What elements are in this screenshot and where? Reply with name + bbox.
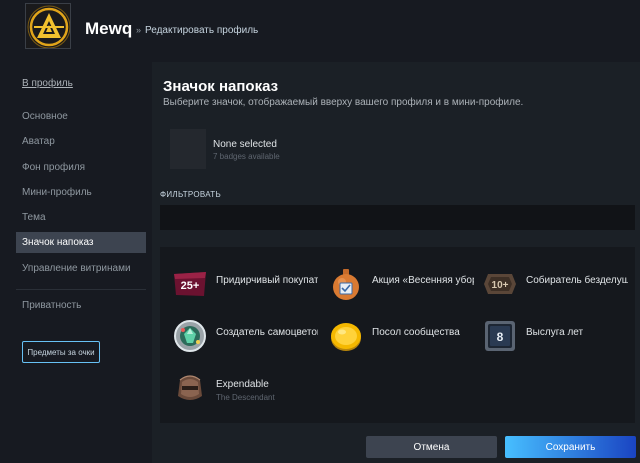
badge-name: Expendable	[216, 379, 269, 390]
sidebar-item-background[interactable]: Фон профиля	[22, 162, 85, 173]
helmet-badge-icon	[172, 370, 208, 406]
breadcrumb: Редактировать профиль	[145, 25, 259, 36]
sidebar-item-featured-badge-label[interactable]: Значок напоказ	[22, 237, 94, 248]
cancel-button[interactable]: Отмена	[366, 436, 497, 458]
page-title: Значок напоказ	[163, 78, 279, 95]
badge-item[interactable]: Создатель самоцветов	[160, 318, 318, 362]
spring-cleaning-badge-icon	[328, 266, 364, 302]
badges-available-count: 7 badges available	[213, 152, 280, 161]
years-of-service-badge-icon: 8	[482, 318, 518, 354]
avatar-emblem-icon	[26, 4, 70, 48]
badge-level-10-text: 10+	[492, 280, 509, 291]
save-button[interactable]: Сохранить	[505, 436, 636, 458]
badge-item[interactable]: 25+ Придирчивый покупатель	[160, 266, 318, 310]
badge-name: Собиратель безделушек	[526, 275, 628, 286]
badge-name: Создатель самоцветов	[216, 327, 318, 338]
sidebar-item-mini-profile[interactable]: Мини-профиль	[22, 187, 92, 198]
badge-game-name: The Descendant	[216, 393, 275, 402]
filter-input[interactable]	[160, 205, 635, 230]
filter-label: ФИЛЬТРОВАТЬ	[160, 190, 222, 199]
badge-item[interactable]: Акция «Весенняя уборка»	[316, 266, 474, 310]
sidebar-back-to-profile-link[interactable]: В профиль	[22, 78, 73, 89]
level-25-badge-icon: 25+	[172, 266, 208, 302]
sidebar-item-avatar[interactable]: Аватар	[22, 136, 55, 147]
badge-item[interactable]: Expendable The Descendant	[160, 370, 310, 414]
page-subtitle: Выберите значок, отображаемый вверху ваш…	[163, 97, 524, 108]
badge-name: Выслуга лет	[526, 327, 584, 338]
avatar[interactable]	[25, 3, 71, 49]
badge-name: Акция «Весенняя уборка»	[372, 275, 474, 286]
badge-grid: 25+ Придирчивый покупатель Акция «Весенн…	[160, 247, 635, 423]
sidebar-item-theme[interactable]: Тема	[22, 212, 46, 223]
badge-item[interactable]: 8 Выслуга лет	[470, 318, 620, 362]
badge-level-25-text: 25+	[181, 280, 200, 292]
points-shop-button[interactable]: Предметы за очки	[22, 341, 100, 363]
sidebar-item-privacy[interactable]: Приватность	[22, 300, 81, 311]
gold-coin-badge-icon	[328, 318, 364, 354]
current-badge-slot	[170, 129, 206, 169]
sidebar-divider	[16, 289, 146, 290]
badge-item[interactable]: Посол сообщества	[316, 318, 466, 362]
breadcrumb-separator: »	[136, 25, 142, 35]
gem-badge-icon	[172, 318, 208, 354]
sidebar-item-showcases[interactable]: Управление витринами	[22, 263, 131, 274]
level-10-badge-icon: 10+	[482, 266, 518, 302]
years-of-service-level: 8	[497, 330, 504, 344]
sidebar-item-general[interactable]: Основное	[22, 111, 68, 122]
profile-header: Mewq » Редактировать профиль	[0, 0, 640, 62]
current-badge-name: None selected	[213, 139, 277, 150]
badge-item[interactable]: 10+ Собиратель безделушек	[470, 266, 628, 310]
username[interactable]: Mewq	[85, 19, 132, 39]
badge-name: Посол сообщества	[372, 327, 460, 338]
badge-name: Придирчивый покупатель	[216, 275, 318, 286]
